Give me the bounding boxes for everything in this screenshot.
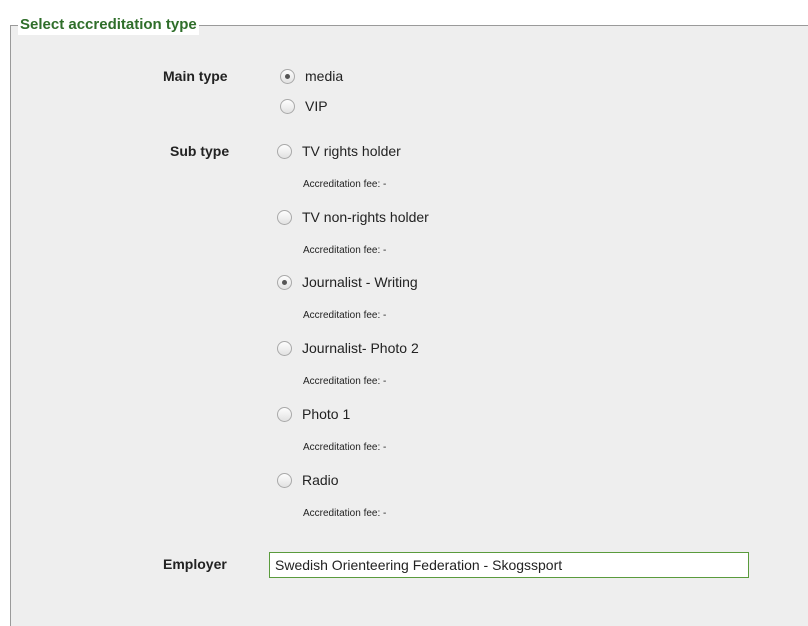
main-type-label: Main type (163, 68, 228, 84)
fee-tv-non-rights-holder: Accreditation fee: - (303, 245, 387, 256)
radio-label-vip: VIP (305, 98, 328, 114)
radio-label-tv-non-rights-holder: TV non-rights holder (302, 209, 429, 225)
employer-input[interactable]: Swedish Orienteering Federation - Skogss… (269, 552, 749, 578)
radio-label-journalist-photo-2: Journalist- Photo 2 (302, 340, 419, 356)
radio-label-media: media (305, 68, 344, 84)
fee-journalist-writing: Accreditation fee: - (303, 310, 387, 321)
radio-option-media[interactable]: media (280, 68, 343, 84)
radio-button-radio[interactable] (277, 472, 292, 488)
sub-type-label: Sub type (170, 143, 230, 159)
radio-option-vip[interactable]: VIP (280, 98, 328, 114)
radio-button-journalist-writing[interactable] (277, 274, 292, 290)
radio-label-tv-rights-holder: TV rights holder (302, 143, 401, 159)
radio-button-vip[interactable] (280, 98, 295, 114)
fee-radio: Accreditation fee: - (303, 508, 387, 519)
employer-label: Employer (163, 556, 227, 572)
accreditation-fieldset (10, 25, 808, 626)
radio-option-journalist-photo-2[interactable]: Journalist- Photo 2 (277, 340, 419, 356)
fieldset-legend: Select accreditation type (18, 15, 199, 35)
radio-option-tv-non-rights-holder[interactable]: TV non-rights holder (277, 209, 429, 225)
radio-option-tv-rights-holder[interactable]: TV rights holder (277, 143, 401, 159)
radio-label-radio: Radio (302, 472, 339, 488)
radio-label-photo-1: Photo 1 (302, 406, 351, 422)
radio-option-journalist-writing[interactable]: Journalist - Writing (277, 274, 418, 290)
radio-button-journalist-photo-2[interactable] (277, 340, 292, 356)
fee-photo-1: Accreditation fee: - (303, 442, 387, 453)
fee-tv-rights-holder: Accreditation fee: - (303, 179, 387, 190)
radio-option-photo-1[interactable]: Photo 1 (277, 406, 350, 422)
radio-option-radio[interactable]: Radio (277, 472, 339, 488)
radio-label-journalist-writing: Journalist - Writing (302, 274, 418, 290)
radio-button-photo-1[interactable] (277, 406, 292, 422)
radio-button-tv-rights-holder[interactable] (277, 143, 292, 159)
radio-button-media[interactable] (280, 68, 295, 84)
fee-journalist-photo-2: Accreditation fee: - (303, 376, 387, 387)
radio-button-tv-non-rights-holder[interactable] (277, 209, 292, 225)
